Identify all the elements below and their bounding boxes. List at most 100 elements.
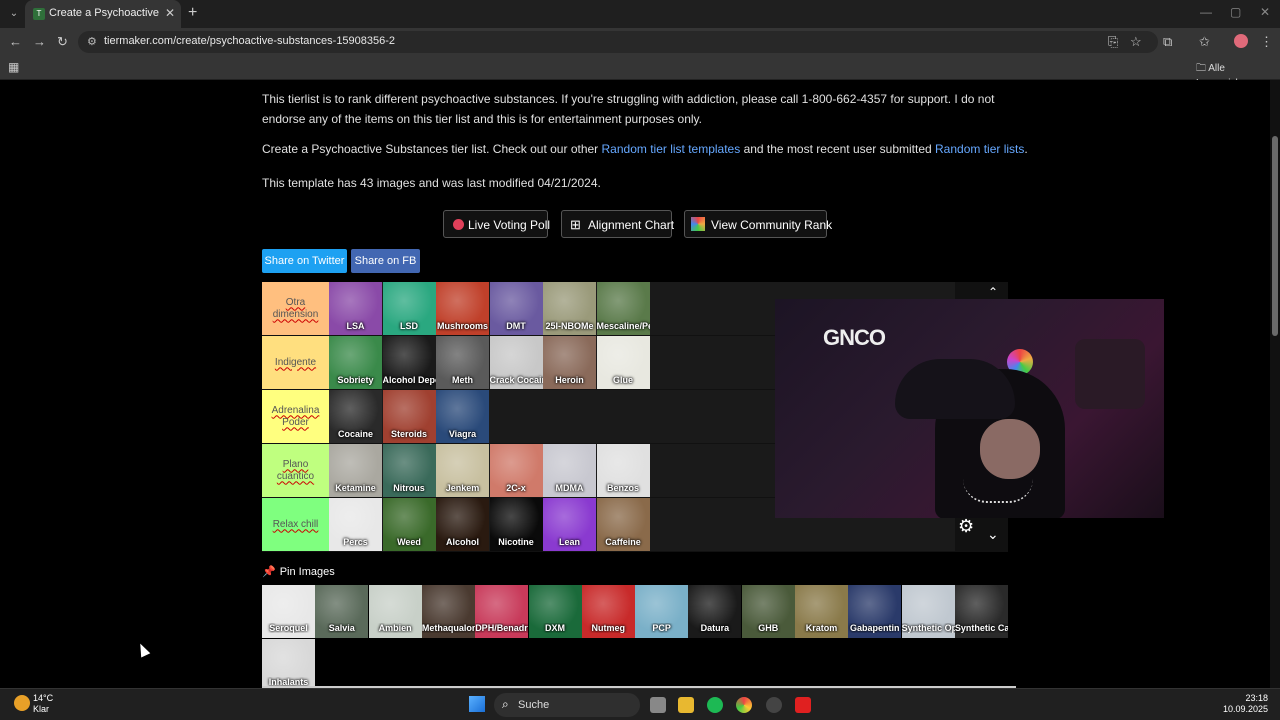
create-middle: and the most recent user submitted [740,142,935,156]
tier-item[interactable]: Sobriety [329,336,382,389]
reading-list-icon[interactable]: ✩ [1199,34,1210,50]
tier-item[interactable]: MDMA [543,444,596,497]
profile-avatar[interactable] [1234,34,1248,48]
task-view-icon[interactable] [650,697,666,713]
tier-item[interactable]: 25I-NBOMe [543,282,596,335]
pin-item[interactable]: Gabapentin [848,585,902,638]
share-fb-button[interactable]: Share on FB [351,249,420,273]
tier-item[interactable]: 2C-x [489,444,543,497]
tier-item[interactable]: Heroin [543,336,596,389]
pin-item[interactable]: DPH/Benadryl [475,585,529,638]
site-info-icon[interactable]: ⚙ [87,35,97,48]
pin-item[interactable]: PCP [635,585,689,638]
tier-item[interactable]: Meth [436,336,489,389]
pin-item[interactable]: Salvia [315,585,369,638]
close-window-icon[interactable]: ✕ [1260,5,1270,19]
pin-item-label: Nutmeg [591,623,626,633]
pin-item[interactable]: Datura [688,585,742,638]
pin-item[interactable]: Synthetic Cathinones [954,585,1008,638]
tier-label[interactable]: Indigente [262,336,329,389]
vertical-scrollbar[interactable] [1270,80,1280,688]
chrome-icon[interactable] [736,697,752,713]
tier-label[interactable]: Adrenalina Poder [262,390,329,443]
random-tier-lists-link[interactable]: Random tier lists [935,142,1024,156]
browser-tab[interactable]: T Create a Psychoactive Substances ✕ [25,0,181,28]
pin-item[interactable]: Inhalants [262,639,315,688]
url-field[interactable]: ⚙ tiermaker.com/create/psychoactive-subs… [78,31,1158,53]
tier-label[interactable]: Relax chill [262,498,329,551]
tab-search-chevron-down-icon[interactable]: ⌄ [5,5,23,23]
view-community-rank-button[interactable]: View Community Rank [684,210,832,238]
tab-close-icon[interactable]: ✕ [165,6,175,20]
apps-grid-icon[interactable]: ▦ [8,60,19,74]
tier-item-label: Heroin [555,375,584,385]
obs-icon[interactable] [766,697,782,713]
pin-item[interactable]: GHB [741,585,795,638]
tier-item[interactable]: Crack Cocaine [489,336,543,389]
tier-label-text: Indigente [274,356,317,368]
maximize-icon[interactable]: ▢ [1230,5,1241,19]
tier-item[interactable]: Steroids [382,390,436,443]
tier-item[interactable]: Cocaine [329,390,382,443]
minimize-icon[interactable]: — [1200,5,1212,19]
youtube-icon[interactable] [795,697,811,713]
chevron-down-icon[interactable]: ⌄ [987,526,999,543]
random-templates-link[interactable]: Random tier list templates [602,142,741,156]
chevron-up-icon[interactable]: ⌃ [988,285,998,299]
tier-item[interactable]: Lean [543,498,596,551]
pin-item[interactable]: Nutmeg [581,585,635,638]
pin-item[interactable]: Seroquel [262,585,315,638]
taskbar-search[interactable]: ⌕ Suche [494,693,640,717]
live-voting-poll-button[interactable]: Live Voting Poll [443,210,550,238]
tier-item[interactable]: Viagra [436,390,489,443]
taskbar-clock[interactable]: 23:18 10.09.2025 [1222,693,1268,715]
file-explorer-icon[interactable] [678,697,694,713]
pin-item[interactable]: Methaqualone [421,585,475,638]
tier-item[interactable]: Benzos [596,444,650,497]
create-suffix: . [1024,142,1028,156]
pin-item[interactable]: Ambien [368,585,422,638]
tier-item[interactable]: Percs [329,498,382,551]
back-arrow-icon[interactable]: ← [9,34,22,49]
gear-icon[interactable]: ⚙ [958,516,974,537]
tier-item[interactable]: LSA [329,282,382,335]
reload-icon[interactable]: ↻ [57,34,68,50]
translate-icon[interactable]: ⎘ [1108,34,1118,50]
menu-dots-icon[interactable]: ⋮ [1260,34,1273,50]
tier-item[interactable]: Weed [382,498,436,551]
pin-item[interactable]: Kratom [795,585,848,638]
weather-moon-icon[interactable] [14,695,30,711]
star-icon[interactable]: ☆ [1130,34,1142,50]
tier-label[interactable]: Plano cuantico [262,444,329,497]
puzzle-icon[interactable]: ⧉ [1163,34,1172,50]
tier-item[interactable]: Jenkem [436,444,489,497]
tier-item[interactable]: Mushrooms [436,282,489,335]
new-tab-icon[interactable]: + [188,4,197,22]
pin-item[interactable]: DXM [528,585,582,638]
weather-widget[interactable]: 14°C Klar [33,693,53,715]
pin-item-label: Ambien [378,623,412,633]
tier-item[interactable]: DMT [489,282,543,335]
tier-item[interactable]: Glue [596,336,650,389]
tier-item[interactable]: Nitrous [382,444,436,497]
share-twitter-button[interactable]: Share on Twitter [262,249,347,273]
tier-item[interactable]: Alcohol Dependence [382,336,436,389]
url-text[interactable]: tiermaker.com/create/psychoactive-substa… [104,35,395,47]
pin-images-label: Pin Images [279,566,335,578]
windows-start-icon[interactable] [469,696,485,712]
tier-item[interactable]: Mescaline/Peyote [596,282,650,335]
tier-label[interactable]: Otra dimension [262,282,329,335]
pin-item-label: Methaqualone [421,623,475,633]
tier-item[interactable]: Alcohol [436,498,489,551]
tier-item[interactable]: Ketamine [329,444,382,497]
alignment-chart-button[interactable]: ⊞ Alignment Chart [561,210,674,238]
forward-arrow-icon[interactable]: → [33,34,46,49]
tier-item[interactable]: Nicotine [489,498,543,551]
pin-item[interactable]: Synthetic Opioids [901,585,955,638]
scrollbar-thumb[interactable] [1272,136,1278,336]
tier-item[interactable]: LSD [382,282,436,335]
pin-item-label: Seroquel [269,623,308,633]
tier-item-label: Steroids [390,429,427,439]
tier-item[interactable]: Caffeine [596,498,650,551]
spotify-icon[interactable] [707,697,723,713]
